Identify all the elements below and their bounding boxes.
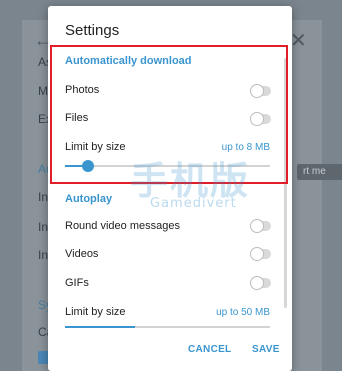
close-icon: ✕ [290,30,307,52]
autoplay-limit-value: up to 50 MB [216,307,270,318]
videos-label: Videos [65,248,99,260]
round-video-toggle[interactable] [250,219,271,233]
autoplay-limit-fill [65,326,135,328]
save-button[interactable]: SAVE [252,344,280,355]
bg-text-6: In [38,220,49,234]
dialog-title: Settings [65,22,120,39]
round-video-label: Round video messages [65,220,180,232]
bg-right-pill: rt me [297,164,342,180]
watermark-subtext: Gamedivert [150,196,237,211]
cancel-button[interactable]: CANCEL [188,344,231,355]
gifs-toggle[interactable] [250,276,271,290]
bg-text-7: In [38,248,49,262]
autoplay-limit-label: Limit by size [65,306,126,318]
bg-text-5: In [38,190,49,204]
videos-toggle[interactable] [250,247,271,261]
gifs-label: GIFs [65,277,89,289]
autoplay-header: Autoplay [65,193,113,205]
